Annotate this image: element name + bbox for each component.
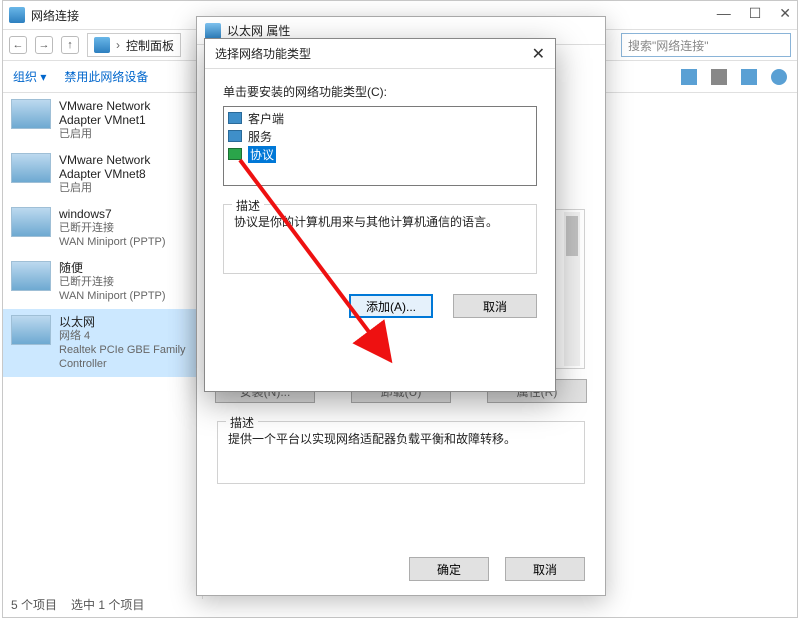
breadcrumb-item[interactable]: 控制面板 [126,37,174,54]
protocol-icon [228,148,242,160]
nav-fwd-button[interactable]: → [35,36,53,54]
item-detail: WAN Miniport (PPTP) [59,235,166,249]
disable-device-button[interactable]: 禁用此网络设备 [64,68,148,85]
description-fieldset: 描述 提供一个平台以实现网络适配器负载平衡和故障转移。 [217,421,585,484]
adapter-icon [11,153,51,183]
close-button[interactable]: ✕ [779,5,791,22]
scrollbar-thumb[interactable] [566,216,578,256]
item-name: windows7 [59,207,166,221]
feature-type-listbox[interactable]: 客户端 服务 协议 [223,106,537,186]
description-legend: 描述 [226,414,258,431]
adapter-icon [11,261,51,291]
option-label: 客户端 [248,110,284,127]
cancel-button[interactable]: 取消 [453,294,537,318]
breadcrumb-sep-icon [114,38,122,52]
service-icon [228,130,242,142]
item-detail: WAN Miniport (PPTP) [59,289,166,303]
select-feature-type-dialog: 选择网络功能类型 ✕ 单击要安装的网络功能类型(C): 客户端 服务 协议 描述… [204,38,556,392]
client-icon [228,112,242,124]
item-status: 已断开连接 [59,221,166,235]
seldlg-desc-legend: 描述 [232,197,264,214]
seldlg-titlebar: 选择网络功能类型 ✕ [205,39,555,69]
seldlg-desc-text: 协议是你的计算机用来与其他计算机通信的语言。 [234,213,526,230]
option-label: 服务 [248,128,272,145]
item-status: 已启用 [59,181,194,195]
list-item[interactable]: 以太网 网络 4 Realtek PCIe GBE Family Control… [3,309,202,377]
ok-button[interactable]: 确定 [409,557,489,581]
item-name: VMware Network Adapter VMnet1 [59,99,194,127]
nav-up-button[interactable]: ↑ [61,36,79,54]
adapter-icon [11,99,51,129]
option-label: 协议 [248,146,276,163]
search-placeholder: 搜索"网络连接" [628,37,709,54]
window-controls: — ☐ ✕ [717,5,791,22]
status-count: 5 个项目 [11,596,57,613]
list-item[interactable]: VMware Network Adapter VMnet8 已启用 [3,147,202,201]
seldlg-title: 选择网络功能类型 [215,45,311,62]
adapter-icon [11,207,51,237]
feature-option-service[interactable]: 服务 [226,127,534,145]
minimize-button[interactable]: — [717,5,731,22]
nav-back-button[interactable]: ← [9,36,27,54]
organize-menu[interactable]: 组织 ▾ [13,68,46,85]
description-text: 提供一个平台以实现网络适配器负载平衡和故障转移。 [228,430,574,447]
explorer-title: 网络连接 [31,7,79,24]
connections-list: VMware Network Adapter VMnet1 已启用 VMware… [3,93,203,599]
feature-option-client[interactable]: 客户端 [226,109,534,127]
network-connections-icon [9,7,25,23]
item-status: 已启用 [59,127,194,141]
list-item[interactable]: VMware Network Adapter VMnet1 已启用 [3,93,202,147]
network-icon [94,37,110,53]
feature-option-protocol[interactable]: 协议 [226,145,534,163]
change-settings-icon[interactable] [681,69,697,85]
list-item[interactable]: 随便 已断开连接 WAN Miniport (PPTP) [3,255,202,309]
help-icon[interactable] [771,69,787,85]
item-status: 已断开连接 [59,275,166,289]
seldlg-prompt: 单击要安装的网络功能类型(C): [223,83,537,100]
item-status: 网络 4 [59,329,194,343]
add-button[interactable]: 添加(A)... [349,294,433,318]
list-item[interactable]: windows7 已断开连接 WAN Miniport (PPTP) [3,201,202,255]
close-icon[interactable]: ✕ [532,44,545,64]
cancel-button[interactable]: 取消 [505,557,585,581]
adapter-icon [205,23,221,39]
view-icon[interactable] [711,69,727,85]
status-selected: 选中 1 个项目 [71,596,144,613]
item-detail: Realtek PCIe GBE Family Controller [59,343,194,371]
search-box[interactable]: 搜索"网络连接" [621,33,791,57]
preview-pane-icon[interactable] [741,69,757,85]
item-name: VMware Network Adapter VMnet8 [59,153,194,181]
item-name: 随便 [59,261,166,275]
seldlg-description-fieldset: 描述 协议是你的计算机用来与其他计算机通信的语言。 [223,204,537,274]
maximize-button[interactable]: ☐ [749,5,762,22]
status-bar: 5 个项目 选中 1 个项目 [11,596,789,613]
item-name: 以太网 [59,315,194,329]
props-title: 以太网 属性 [227,22,290,39]
breadcrumb[interactable]: 控制面板 [87,33,181,57]
adapter-icon [11,315,51,345]
